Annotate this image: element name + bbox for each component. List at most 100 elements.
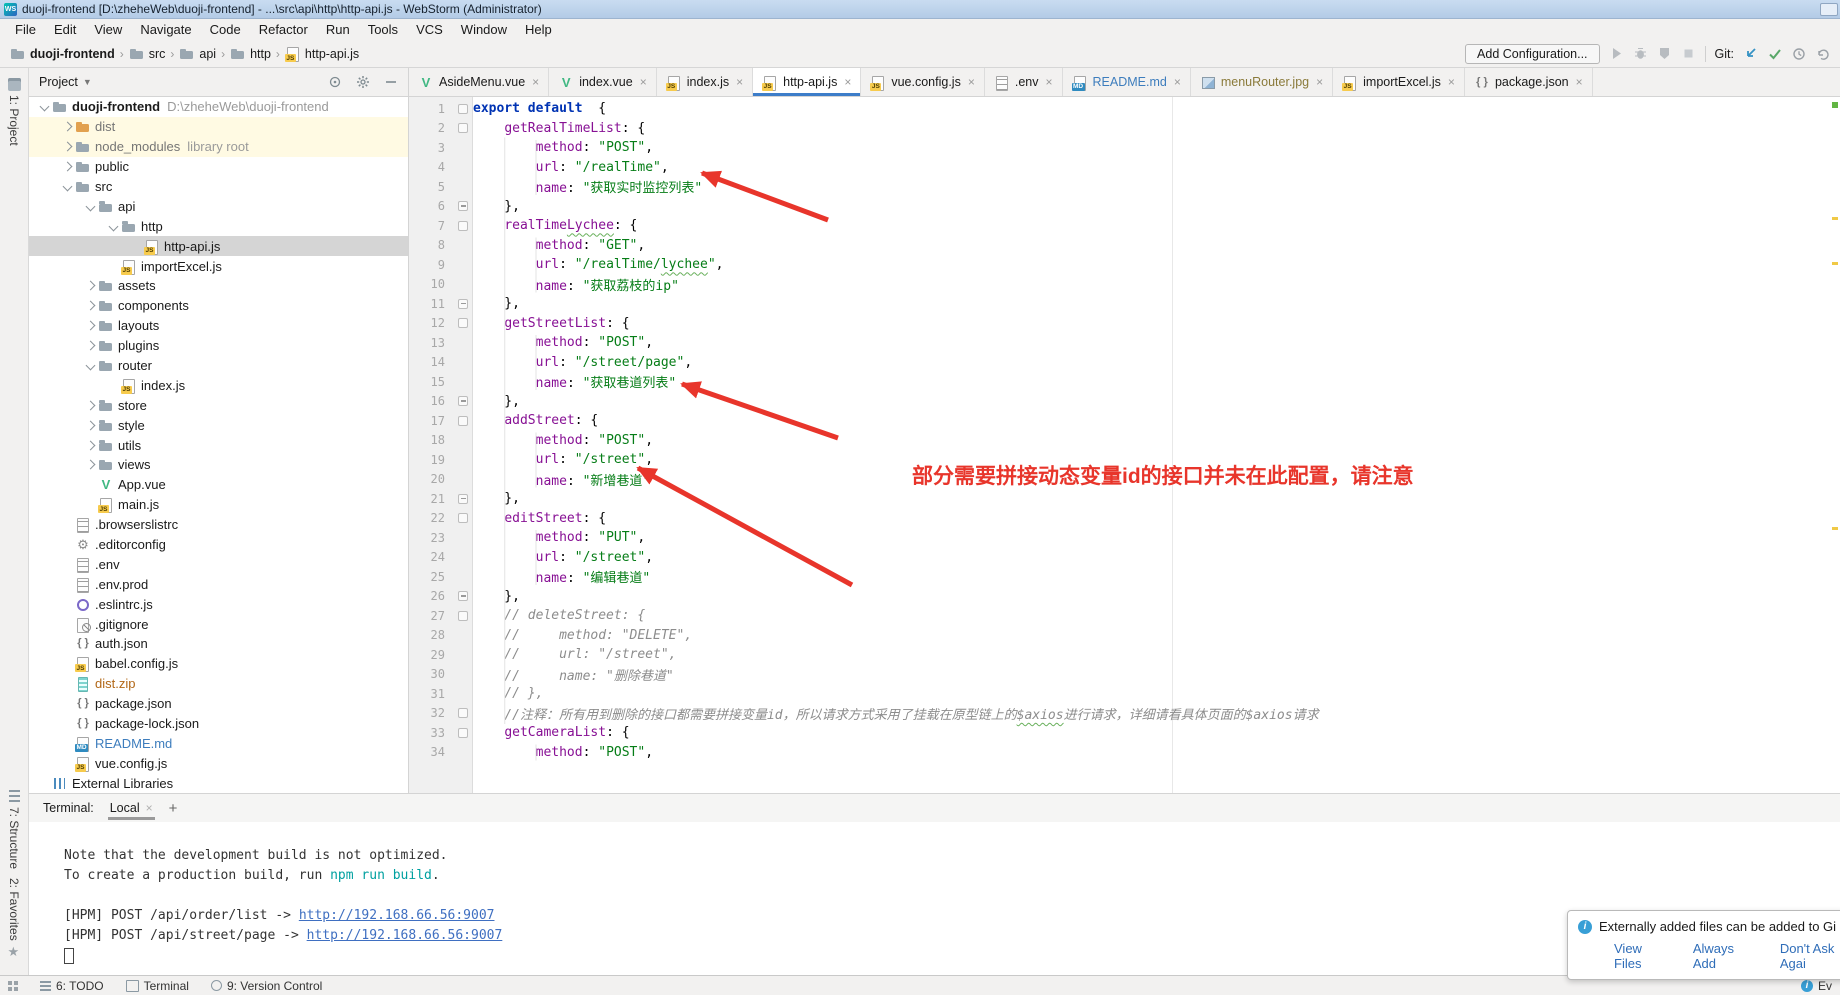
chevron-closed-icon[interactable]: [83, 461, 98, 468]
chevron-closed-icon[interactable]: [83, 282, 98, 289]
terminal-link[interactable]: http://192.168.66.56:9007: [307, 928, 503, 943]
git-update-icon[interactable]: [1743, 46, 1758, 61]
stop-icon[interactable]: [1681, 46, 1696, 61]
close-icon[interactable]: ×: [1316, 75, 1323, 89]
tree-item-layouts[interactable]: layouts: [29, 316, 408, 336]
chevron-closed-icon[interactable]: [60, 143, 75, 150]
close-icon[interactable]: ×: [640, 75, 647, 89]
statusbar-item-terminal[interactable]: Terminal: [126, 979, 189, 993]
menu-run[interactable]: Run: [317, 21, 359, 38]
tab-AsideMenu.vue[interactable]: VAsideMenu.vue×: [409, 68, 549, 96]
tool-button-project[interactable]: 1: Project: [0, 78, 28, 146]
chevron-open-icon[interactable]: [106, 223, 121, 230]
fold-marker[interactable]: [453, 104, 473, 114]
breadcrumb-item-http-api.js[interactable]: JShttp-api.js: [285, 46, 359, 61]
tree-item-importExcel.js[interactable]: JSimportExcel.js: [29, 256, 408, 276]
tree-item-http[interactable]: http: [29, 216, 408, 236]
menu-window[interactable]: Window: [452, 21, 516, 38]
revert-icon[interactable]: [1815, 46, 1830, 61]
chevron-closed-icon[interactable]: [60, 123, 75, 130]
statusbar-item-version-control[interactable]: 9: Version Control: [211, 979, 322, 993]
close-icon[interactable]: ×: [146, 801, 153, 815]
statusbar-item-todo[interactable]: 6: TODO: [40, 979, 104, 993]
tree-item-dist[interactable]: dist: [29, 117, 408, 137]
tab-vue.config.js[interactable]: JSvue.config.js×: [861, 68, 985, 96]
chevron-closed-icon[interactable]: [83, 422, 98, 429]
chevron-closed-icon[interactable]: [83, 402, 98, 409]
tree-item-.gitignore[interactable]: .gitignore: [29, 614, 408, 634]
minimize-button[interactable]: [1820, 3, 1838, 16]
code-editor[interactable]: 1export default {2 getRealTimeList: {3 m…: [409, 99, 1840, 762]
chevron-closed-icon[interactable]: [60, 163, 75, 170]
tree-item-utils[interactable]: utils: [29, 435, 408, 455]
tree-item-package-lock.json[interactable]: { }package-lock.json: [29, 714, 408, 734]
tree-item-.env[interactable]: .env: [29, 554, 408, 574]
fold-marker[interactable]: [453, 591, 473, 601]
chevron-closed-icon[interactable]: [83, 322, 98, 329]
fold-marker[interactable]: [453, 513, 473, 523]
tree-item-dist.zip[interactable]: dist.zip: [29, 674, 408, 694]
fold-marker[interactable]: [453, 221, 473, 231]
fold-marker[interactable]: [453, 396, 473, 406]
notification-action-always-add[interactable]: Always Add: [1693, 941, 1760, 971]
tree-item-App.vue[interactable]: VApp.vue: [29, 475, 408, 495]
tree-item-store[interactable]: store: [29, 395, 408, 415]
fold-marker[interactable]: [453, 611, 473, 621]
error-stripe[interactable]: [1830, 97, 1840, 793]
tab-.env[interactable]: .env×: [985, 68, 1063, 96]
tab-importExcel.js[interactable]: JSimportExcel.js×: [1333, 68, 1465, 96]
terminal-tab-local[interactable]: Local ×: [108, 796, 155, 820]
tree-item-.editorconfig[interactable]: ⚙.editorconfig: [29, 535, 408, 555]
breadcrumb-item-src[interactable]: src: [129, 46, 166, 61]
tree-item-views[interactable]: views: [29, 455, 408, 475]
new-terminal-session-icon[interactable]: +: [169, 800, 178, 817]
tree-item-style[interactable]: style: [29, 415, 408, 435]
add-configuration-button[interactable]: Add Configuration...: [1465, 44, 1600, 64]
run-with-coverage-icon[interactable]: [1657, 46, 1672, 61]
terminal-link[interactable]: http://192.168.66.56:9007: [299, 908, 495, 923]
tree-item-router[interactable]: router: [29, 356, 408, 376]
debug-icon[interactable]: [1633, 46, 1648, 61]
git-commit-icon[interactable]: [1767, 46, 1782, 61]
fold-marker[interactable]: [453, 708, 473, 718]
fold-marker[interactable]: [453, 318, 473, 328]
locate-file-icon[interactable]: [327, 75, 342, 90]
tree-item-components[interactable]: components: [29, 296, 408, 316]
tab-http-api.js[interactable]: JShttp-api.js×: [753, 68, 861, 96]
close-icon[interactable]: ×: [1576, 75, 1583, 89]
statusbar-event-log[interactable]: iEv: [1801, 979, 1832, 993]
tree-item-api[interactable]: api: [29, 196, 408, 216]
tree-item-babel.config.js[interactable]: JSbabel.config.js: [29, 654, 408, 674]
chevron-open-icon[interactable]: [83, 203, 98, 210]
chevron-open-icon[interactable]: [60, 183, 75, 190]
tree-item-node_modules[interactable]: node_moduleslibrary root: [29, 137, 408, 157]
tree-item-auth.json[interactable]: { }auth.json: [29, 634, 408, 654]
close-icon[interactable]: ×: [968, 75, 975, 89]
tree-item-.browserslistrc[interactable]: .browserslistrc: [29, 515, 408, 535]
breadcrumb-item-duoji-frontend[interactable]: duoji-frontend: [10, 46, 115, 61]
breadcrumb-item-http[interactable]: http: [230, 46, 271, 61]
tool-button-favorites[interactable]: 2: Favorites★: [0, 878, 28, 958]
tab-menuRouter.jpg[interactable]: menuRouter.jpg×: [1191, 68, 1333, 96]
close-icon[interactable]: ×: [844, 75, 851, 89]
history-icon[interactable]: [1791, 46, 1806, 61]
fold-marker[interactable]: [453, 299, 473, 309]
tool-window-switcher-icon[interactable]: [8, 981, 18, 991]
fold-marker[interactable]: [453, 201, 473, 211]
tree-item-public[interactable]: public: [29, 157, 408, 177]
tree-item-main.js[interactable]: JSmain.js: [29, 495, 408, 515]
fold-marker[interactable]: [453, 728, 473, 738]
close-icon[interactable]: ×: [1045, 75, 1052, 89]
chevron-closed-icon[interactable]: [83, 442, 98, 449]
menu-tools[interactable]: Tools: [359, 21, 407, 38]
close-icon[interactable]: ×: [1174, 75, 1181, 89]
tree-item-index.js[interactable]: JSindex.js: [29, 375, 408, 395]
tab-package.json[interactable]: { }package.json×: [1465, 68, 1593, 96]
menu-code[interactable]: Code: [201, 21, 250, 38]
tree-item-plugins[interactable]: plugins: [29, 336, 408, 356]
run-icon[interactable]: [1609, 46, 1624, 61]
chevron-open-icon[interactable]: [37, 103, 52, 110]
tree-item-duoji-frontend[interactable]: duoji-frontendD:\zheheWeb\duoji-frontend: [29, 97, 408, 117]
notification-action-view-files[interactable]: View Files: [1614, 941, 1673, 971]
menu-vcs[interactable]: VCS: [407, 21, 452, 38]
